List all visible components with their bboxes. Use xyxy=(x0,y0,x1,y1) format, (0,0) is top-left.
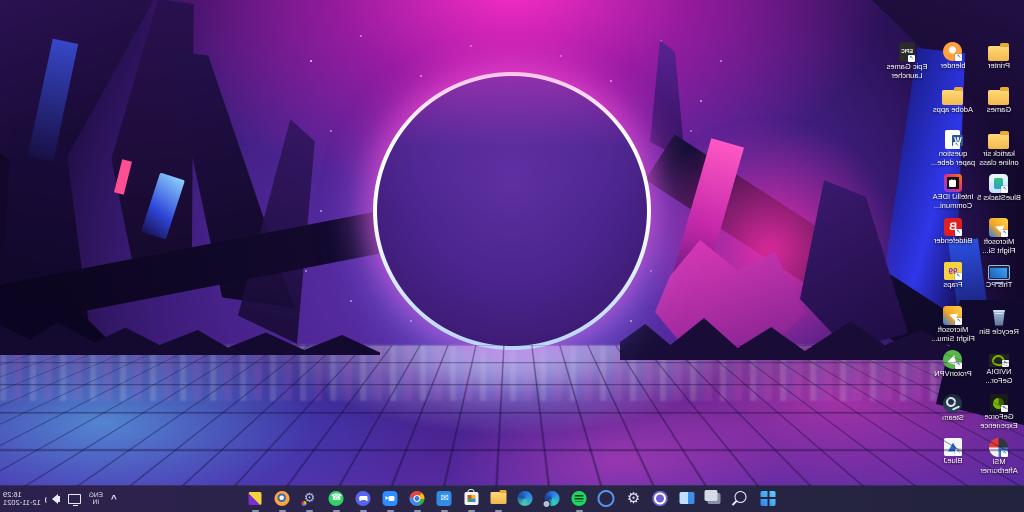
taskbar-apps xyxy=(246,486,779,512)
fraps-icon xyxy=(249,492,262,505)
taskbar-settings-button[interactable] xyxy=(624,488,644,508)
taskbar-spotify-button[interactable] xyxy=(570,488,590,508)
task-view-icon xyxy=(708,493,721,504)
mirrored-ui-layer: Printer Games kartick sir online class B… xyxy=(0,0,1024,512)
folder-icon xyxy=(943,90,964,105)
gear-icon xyxy=(627,491,640,506)
edge-icon xyxy=(518,491,533,506)
blender-icon xyxy=(944,42,963,61)
desktop-icon-protonvpn[interactable]: ProtonVPN xyxy=(930,350,976,394)
taskbar-store-button[interactable] xyxy=(462,488,482,508)
steam-icon xyxy=(944,394,963,413)
folder-icon xyxy=(989,134,1010,149)
desktop-icon-microsoft-flight-simulator[interactable]: Microsoft Flight Si... xyxy=(976,218,1022,262)
desktop-icon-printer[interactable]: Printer xyxy=(976,42,1022,86)
desktop-icon-fraps[interactable]: Fraps xyxy=(930,262,976,306)
desktop-icon-adobe-apps[interactable]: Adobe apps xyxy=(930,86,976,130)
folder-icon xyxy=(989,46,1010,61)
taskbar-discord-button[interactable] xyxy=(354,488,374,508)
taskbar-edge-badge-button[interactable] xyxy=(543,488,563,508)
blue-ring-icon xyxy=(598,490,615,507)
screen: { "desktop": { "icons": [ {"label":"Prin… xyxy=(0,0,1024,512)
desktop-icon-question-paper[interactable]: question paper debe... xyxy=(930,130,976,174)
taskbar-mail-button[interactable] xyxy=(435,488,455,508)
spotify-icon xyxy=(572,491,587,506)
desktop-icon-recycle-bin[interactable]: Recycle Bin xyxy=(976,306,1022,350)
chrome-icon xyxy=(410,491,425,506)
taskbar-task-view-button[interactable] xyxy=(705,488,725,508)
folder-icon xyxy=(989,90,1010,105)
network-icon[interactable] xyxy=(68,494,81,504)
desktop-icon-this-pc[interactable]: This PC xyxy=(976,262,1022,306)
tray-overflow-chevron[interactable]: ^ xyxy=(111,494,117,505)
taskbar-fraps-button[interactable] xyxy=(246,488,266,508)
bluej-icon xyxy=(944,438,962,456)
taskbar-zoom-button[interactable] xyxy=(381,488,401,508)
desktop-icon-bluestacks-5[interactable]: BlueStacks 5 xyxy=(976,174,1022,218)
video-camera-icon xyxy=(383,491,398,506)
search-icon xyxy=(735,491,747,503)
desktop-icon-blender[interactable]: blender xyxy=(930,42,976,86)
desktop-icon-geforce-experience[interactable]: GeForce Experience xyxy=(976,394,1022,438)
recycle-bin-icon xyxy=(992,310,1006,326)
desktop-icon-microsoft-flight-simulator-2[interactable]: Microsoft Flight Simu... xyxy=(930,306,976,350)
discord-icon xyxy=(356,491,371,506)
tray-date: 12-11-2021 xyxy=(3,499,41,508)
cortana-icon xyxy=(653,491,668,506)
taskbar-chrome-button[interactable] xyxy=(408,488,428,508)
geforce-experience-icon xyxy=(990,394,1008,412)
taskbar-cortana-button[interactable] xyxy=(651,488,671,508)
system-tray: ^ ENG IN 16:29 12-11-2021 xyxy=(3,486,117,512)
taskbar-whatsapp-button[interactable] xyxy=(327,488,347,508)
clock[interactable]: 16:29 12-11-2021 xyxy=(3,491,41,508)
store-bag-icon xyxy=(465,492,479,505)
desktop-icon-bluej[interactable]: BlueJ xyxy=(930,438,976,482)
taskbar-protonvpn-button[interactable] xyxy=(597,488,617,508)
desktop-icon-games[interactable]: Games xyxy=(976,86,1022,130)
intellij-idea-icon xyxy=(944,174,962,192)
protonvpn-icon xyxy=(944,350,963,369)
desktop-icon-msi-afterburner[interactable]: MSI Afterburner xyxy=(976,438,1022,482)
phone-icon xyxy=(329,491,344,506)
desktop-icon-bitdefender[interactable]: Bitdefender xyxy=(930,218,976,262)
desktop-icon-epic-games-launcher[interactable]: Epic Games Launcher xyxy=(884,42,930,86)
taskbar-file-explorer-button[interactable] xyxy=(489,488,509,508)
windows-start-icon xyxy=(761,491,776,506)
desktop-icon-grid: Printer Games kartick sir online class B… xyxy=(884,42,1022,482)
flight-simulator-icon xyxy=(944,306,963,325)
desktop-icon-nvidia-geforce[interactable]: NVIDIA GeFor... xyxy=(976,350,1022,394)
word-document-icon xyxy=(946,130,961,149)
desktop-icon-intellij-idea[interactable]: IntelliJ IDEA Communi... xyxy=(930,174,976,218)
bluestacks-icon xyxy=(990,174,1009,193)
desktop-icon-kartick-sir-online-class[interactable]: kartick sir online class xyxy=(976,130,1022,174)
nvidia-icon xyxy=(989,354,1009,367)
volume-icon[interactable] xyxy=(56,496,60,502)
taskbar-blender-button[interactable] xyxy=(273,488,293,508)
taskbar-search-button[interactable] xyxy=(732,488,752,508)
folder-icon xyxy=(491,492,507,504)
msi-afterburner-icon xyxy=(990,438,1009,457)
widgets-icon xyxy=(680,492,695,504)
taskbar: ^ ENG IN 16:29 12-11-2021 xyxy=(0,485,1024,512)
epic-games-icon xyxy=(899,42,915,62)
desktop-icon-steam[interactable]: Steam xyxy=(930,394,976,438)
computer-icon xyxy=(988,265,1010,280)
edge-badge-icon xyxy=(545,491,560,506)
taskbar-start-button[interactable] xyxy=(759,488,779,508)
taskbar-utility-button[interactable] xyxy=(300,488,320,508)
envelope-icon xyxy=(437,491,452,506)
flight-simulator-icon xyxy=(990,218,1009,237)
taskbar-edge-button[interactable] xyxy=(516,488,536,508)
bitdefender-icon xyxy=(944,218,962,236)
blender-icon xyxy=(275,491,290,506)
fraps-icon xyxy=(944,262,962,280)
language-indicator[interactable]: ENG IN xyxy=(89,492,103,506)
double-gears-icon xyxy=(304,491,316,506)
taskbar-widgets-button[interactable] xyxy=(678,488,698,508)
